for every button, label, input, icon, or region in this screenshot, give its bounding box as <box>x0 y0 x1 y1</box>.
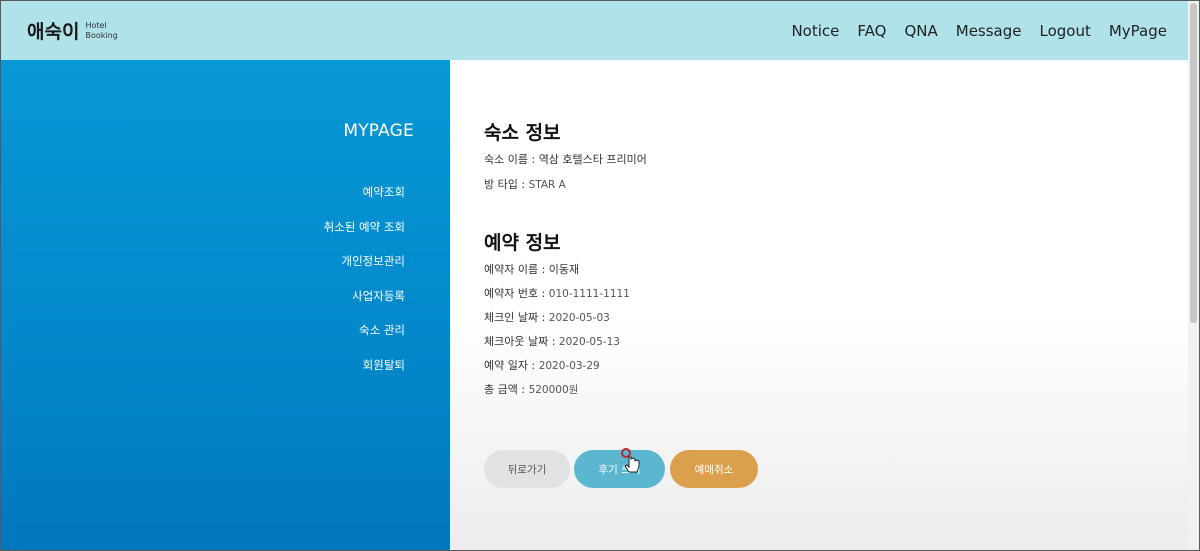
logo-text: 애숙이 <box>27 21 80 43</box>
checkout-value: 2020-05-13 <box>558 336 620 348</box>
guest-name-label: 예약자 이름 : <box>484 263 549 276</box>
nav-faq[interactable]: FAQ <box>857 22 886 40</box>
sidebar-item-withdraw-membership[interactable]: 회원탈퇴 <box>363 355 405 390</box>
main-content: 숙소 정보 숙소 이름 : 역삼 호텔스타 프리미어 방 타입 : STAR A… <box>450 60 1189 550</box>
sidebar-item-personal-info[interactable]: 개인정보관리 <box>342 251 405 286</box>
reservation-date-value: 2020-03-29 <box>538 360 600 372</box>
guest-phone-row: 예약자 번호 : 010-1111-1111 <box>484 285 630 301</box>
sidebar-item-cancelled-reservations[interactable]: 취소된 예약 조회 <box>324 217 405 252</box>
reservation-info-title: 예약 정보 <box>484 232 561 254</box>
checkin-row: 체크인 날짜 : 2020-05-03 <box>484 309 610 325</box>
checkout-label: 체크아웃 날짜 : <box>484 335 559 348</box>
logo-subtitle-line-2: Booking <box>85 30 118 40</box>
main-nav: Notice FAQ QNA Message Logout MyPage <box>773 22 1167 40</box>
total-amount-row: 총 금액 : 520000원 <box>484 381 578 397</box>
logo-subtitle: Hotel Booking <box>85 21 117 41</box>
back-button[interactable]: 뒤로가기 <box>484 450 570 488</box>
logo-subtitle-line-1: Hotel <box>85 20 107 30</box>
nav-message[interactable]: Message <box>956 22 1022 40</box>
room-type-label: 방 타입 : <box>484 178 529 191</box>
checkout-row: 체크아웃 날짜 : 2020-05-13 <box>484 333 620 349</box>
sidebar-item-reservation-lookup[interactable]: 예약조회 <box>363 182 405 217</box>
browser-frame: 애숙이 Hotel Booking Notice FAQ QNA Message… <box>0 0 1200 551</box>
lodging-name-value: 역삼 호텔스타 프리미어 <box>538 153 647 166</box>
hand-pointer-cursor-icon <box>621 448 640 473</box>
guest-name-row: 예약자 이름 : 이동재 <box>484 261 579 277</box>
sidebar-menu: 예약조회 취소된 예약 조회 개인정보관리 사업자등록 숙소 관리 회원탈퇴 <box>324 182 405 390</box>
checkin-value: 2020-05-03 <box>548 312 610 324</box>
sidebar-item-lodging-management[interactable]: 숙소 관리 <box>359 320 405 355</box>
checkin-label: 체크인 날짜 : <box>484 311 549 324</box>
nav-notice[interactable]: Notice <box>791 22 839 40</box>
reservation-date-row: 예약 일자 : 2020-03-29 <box>484 357 600 373</box>
room-type-value: STAR A <box>528 179 566 191</box>
nav-mypage[interactable]: MyPage <box>1109 22 1167 40</box>
lodging-name-label: 숙소 이름 : <box>484 153 539 166</box>
nav-qna[interactable]: QNA <box>904 22 937 40</box>
guest-phone-label: 예약자 번호 : <box>484 287 549 300</box>
cancel-reservation-button[interactable]: 예매취소 <box>670 450 758 488</box>
total-amount-label: 총 금액 : <box>484 383 529 396</box>
page-scrollbar[interactable] <box>1188 1 1199 550</box>
total-amount-value: 520000원 <box>528 384 579 396</box>
top-header: 애숙이 Hotel Booking Notice FAQ QNA Message… <box>1 1 1189 60</box>
sidebar-title: MYPAGE <box>343 121 414 141</box>
lodging-info-title: 숙소 정보 <box>484 122 561 144</box>
guest-phone-value: 010-1111-1111 <box>548 288 630 300</box>
nav-logout[interactable]: Logout <box>1040 22 1091 40</box>
logo[interactable]: 애숙이 Hotel Booking <box>27 17 118 44</box>
scrollbar-thumb[interactable] <box>1190 3 1197 323</box>
room-type-row: 방 타입 : STAR A <box>484 176 566 192</box>
sidebar: MYPAGE 예약조회 취소된 예약 조회 개인정보관리 사업자등록 숙소 관리… <box>1 60 450 550</box>
reservation-date-label: 예약 일자 : <box>484 359 539 372</box>
guest-name-value: 이동재 <box>548 263 580 276</box>
lodging-name-row: 숙소 이름 : 역삼 호텔스타 프리미어 <box>484 151 647 167</box>
sidebar-item-business-registration[interactable]: 사업자등록 <box>352 286 405 321</box>
